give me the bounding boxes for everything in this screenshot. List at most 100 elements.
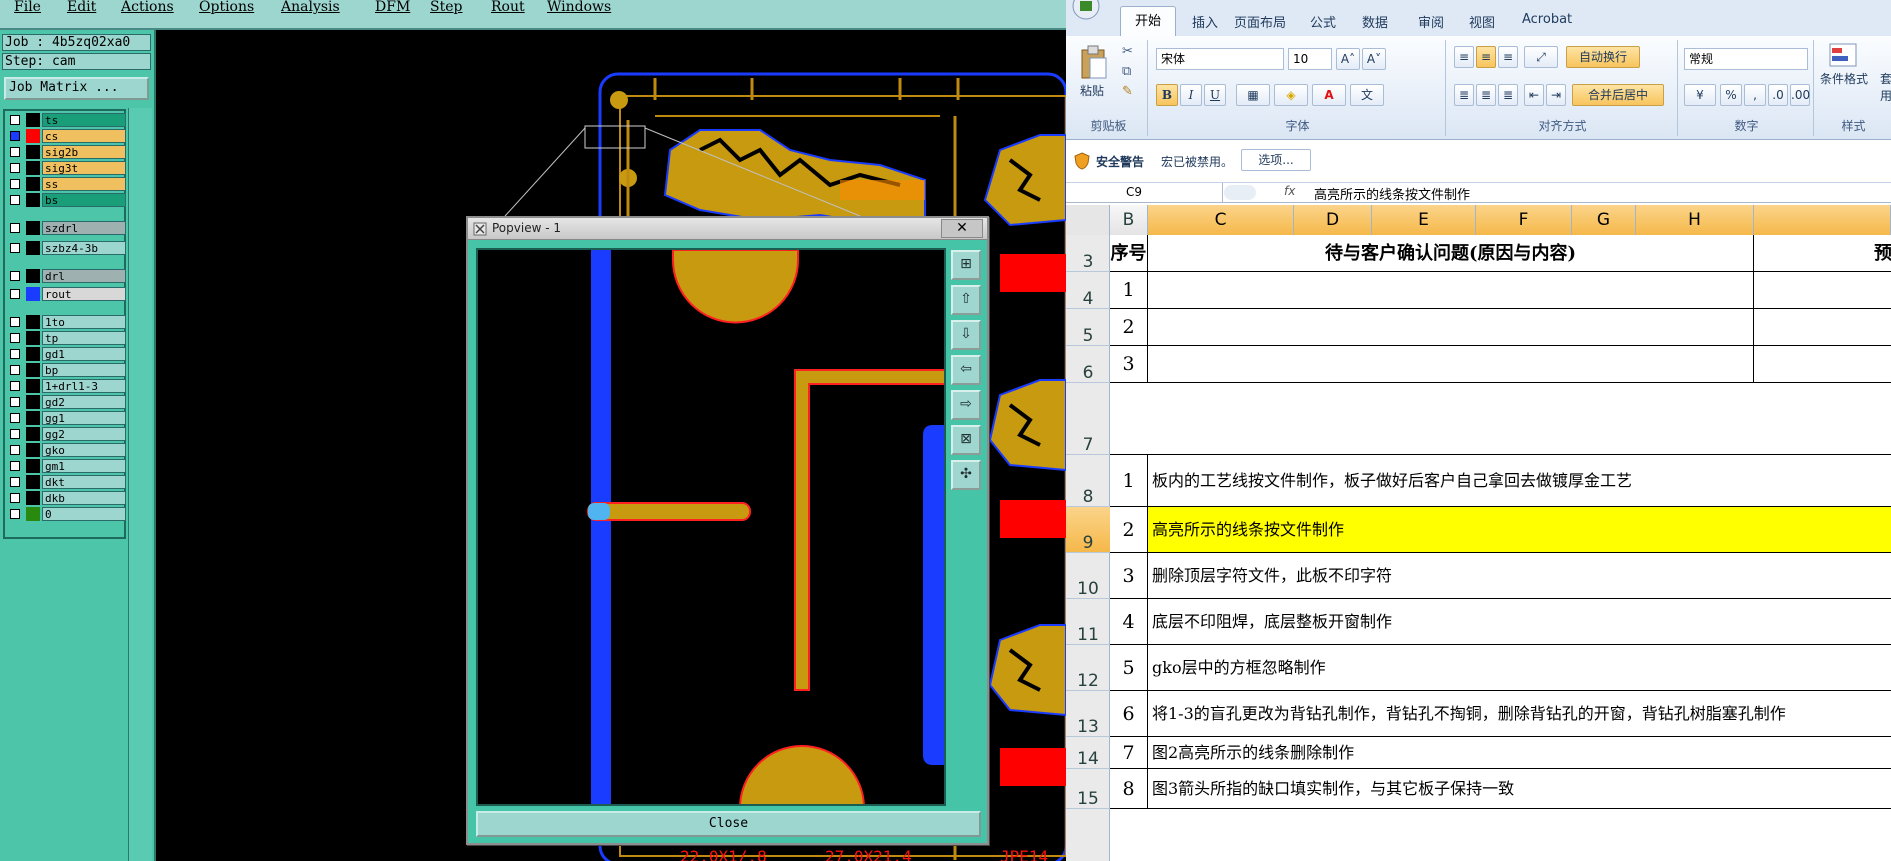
menu-step[interactable]: Step	[430, 0, 462, 14]
conditional-format-label[interactable]: 条件格式	[1820, 70, 1868, 87]
underline-button[interactable]: U	[1204, 84, 1226, 106]
table-cell-issue[interactable]: 删除顶层字符文件，此板不印字符	[1148, 553, 1891, 599]
col-header-c[interactable]: C	[1148, 205, 1294, 235]
table-cell-issue[interactable]: gko层中的方框忽略制作	[1148, 645, 1891, 691]
layer-name[interactable]: dkt	[42, 475, 126, 489]
table-cell-issue[interactable]	[1148, 309, 1754, 346]
layer-name[interactable]: 1to	[42, 315, 126, 329]
layer-checkbox[interactable]	[10, 349, 20, 359]
close-button[interactable]: Close	[476, 811, 981, 837]
menu-dfm[interactable]: DFM	[375, 0, 410, 14]
layer-name[interactable]: szdrl	[42, 221, 126, 235]
fill-color-icon[interactable]: ◈	[1274, 84, 1308, 106]
paste-icon[interactable]	[1078, 44, 1108, 80]
align-top-icon[interactable]: ≡	[1454, 46, 1474, 68]
layer-checkbox[interactable]	[10, 477, 20, 487]
layer-name[interactable]: sig3t	[42, 161, 126, 175]
header-cell-no[interactable]: 序号	[1110, 235, 1148, 272]
menu-rout[interactable]: Rout	[491, 0, 525, 14]
security-options-button[interactable]: 选项...	[1241, 149, 1311, 171]
indent-decrease-icon[interactable]: ⇤	[1524, 84, 1544, 106]
layer-name[interactable]: gd1	[42, 347, 126, 361]
zoom-in-icon[interactable]: ⊞	[951, 250, 981, 280]
menu-file[interactable]: File	[14, 0, 41, 14]
layer-checkbox[interactable]	[10, 147, 20, 157]
layer-name[interactable]: bp	[42, 363, 126, 377]
layer-name[interactable]: gm1	[42, 459, 126, 473]
percent-button[interactable]: %	[1720, 84, 1742, 106]
format-painter-icon[interactable]: ✎	[1122, 84, 1133, 99]
table-cell-issue[interactable]: 将1-3的盲孔更改为背钻孔制作，背钻孔不掏铜，删除背钻孔的开窗，背钻孔树脂塞孔制…	[1148, 691, 1891, 737]
font-name-select[interactable]: 宋体	[1156, 48, 1284, 70]
layer-name[interactable]: cs	[42, 129, 126, 143]
layer-checkbox[interactable]	[10, 445, 20, 455]
popview-titlebar[interactable]: Popview - 1 ✕	[468, 218, 987, 240]
row-header[interactable]: 11	[1066, 599, 1110, 645]
menu-analysis[interactable]: Analysis	[281, 0, 340, 14]
table-cell-no[interactable]: 4	[1110, 599, 1148, 645]
table-cell-no[interactable]: 5	[1110, 645, 1148, 691]
merge-center-button[interactable]: 合并后居中	[1572, 84, 1664, 106]
layer-checkbox[interactable]	[10, 381, 20, 391]
header-cell-extra[interactable]: 预	[1754, 235, 1891, 272]
layer-row[interactable]: gm1	[7, 459, 126, 473]
layer-checkbox[interactable]	[10, 179, 20, 189]
formula-expand-icon[interactable]	[1224, 185, 1256, 200]
layer-row[interactable]: ts	[7, 113, 126, 127]
layer-name[interactable]: gg2	[42, 427, 126, 441]
menu-actions[interactable]: Actions	[121, 0, 174, 14]
table-cell-extra[interactable]	[1754, 309, 1891, 346]
row-header[interactable]: 12	[1066, 645, 1110, 691]
office-button-icon[interactable]	[1072, 0, 1100, 20]
table-cell-no[interactable]: 1	[1110, 455, 1148, 507]
layer-row[interactable]: szbz4-3b	[7, 241, 126, 255]
table-cell-issue[interactable]	[1148, 272, 1754, 309]
layer-name[interactable]: tp	[42, 331, 126, 345]
menu-edit[interactable]: Edit	[67, 0, 96, 14]
number-format-select[interactable]: 常规	[1684, 48, 1808, 70]
zoom-fit-icon[interactable]: ⊠	[951, 425, 981, 455]
table-cell-no[interactable]: 8	[1110, 769, 1148, 809]
table-cell-no[interactable]: 2	[1110, 507, 1148, 553]
pan-up-icon[interactable]: ⇧	[951, 285, 981, 315]
layer-row[interactable]: gd1	[7, 347, 126, 361]
col-header-b[interactable]: B	[1110, 205, 1148, 235]
table-cell-no[interactable]: 3	[1110, 553, 1148, 599]
layer-checkbox[interactable]	[10, 163, 20, 173]
layer-name[interactable]: gd2	[42, 395, 126, 409]
layer-checkbox[interactable]	[10, 397, 20, 407]
layer-name[interactable]: ts	[42, 113, 126, 127]
layer-name[interactable]: dkb	[42, 491, 126, 505]
table-format-label[interactable]: 套用	[1880, 70, 1891, 104]
table-cell-no[interactable]: 2	[1110, 309, 1148, 346]
comma-button[interactable]: ,	[1744, 84, 1766, 106]
tab-page-layout[interactable]: 页面布局	[1234, 12, 1286, 31]
layer-row[interactable]: sig3t	[7, 161, 126, 175]
indent-increase-icon[interactable]: ⇥	[1546, 84, 1566, 106]
popview-canvas[interactable]	[476, 248, 946, 806]
font-color-icon[interactable]: A	[1312, 84, 1346, 106]
menu-options[interactable]: Options	[199, 0, 254, 14]
conditional-format-icon[interactable]	[1828, 42, 1858, 68]
table-cell-issue[interactable]: 底层不印阻焊，底层整板开窗制作	[1148, 599, 1891, 645]
layer-checkbox[interactable]	[10, 131, 20, 141]
layer-name[interactable]: gko	[42, 443, 126, 457]
col-header-g[interactable]: G	[1572, 205, 1636, 235]
orientation-icon[interactable]: ⤢	[1524, 46, 1558, 68]
layer-row[interactable]: szdrl	[7, 221, 126, 235]
layer-row[interactable]: gg2	[7, 427, 126, 441]
align-left-icon[interactable]: ≣	[1454, 84, 1474, 106]
layer-checkbox[interactable]	[10, 365, 20, 375]
layer-name[interactable]: szbz4-3b	[42, 241, 126, 255]
copy-icon[interactable]: ⧉	[1122, 64, 1131, 79]
layer-row[interactable]: drl	[7, 269, 126, 283]
select-all-icon[interactable]	[1066, 205, 1110, 235]
col-header-e[interactable]: E	[1372, 205, 1476, 235]
layer-checkbox[interactable]	[10, 115, 20, 125]
layer-checkbox[interactable]	[10, 333, 20, 343]
layer-row[interactable]: gko	[7, 443, 126, 457]
increase-decimal-icon[interactable]: .0	[1768, 84, 1788, 106]
layer-checkbox[interactable]	[10, 195, 20, 205]
pan-down-icon[interactable]: ⇩	[951, 320, 981, 350]
layer-row[interactable]: gd2	[7, 395, 126, 409]
